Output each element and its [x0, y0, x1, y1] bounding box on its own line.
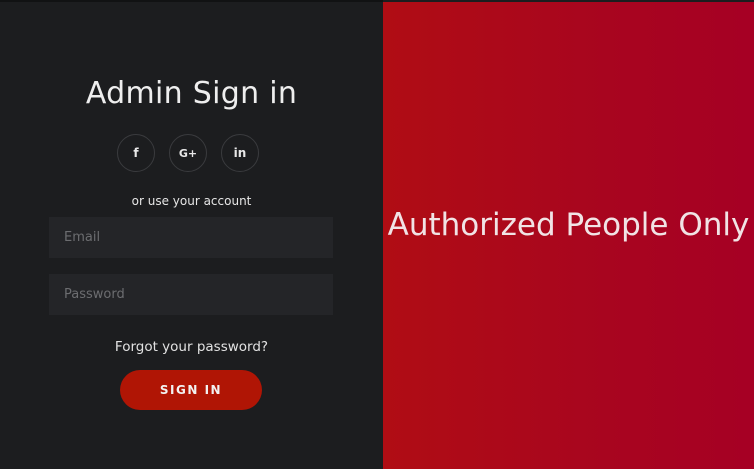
login-page: Admin Sign in f G+ in or use your accoun… — [0, 0, 754, 469]
facebook-button[interactable]: f — [117, 134, 155, 172]
facebook-icon: f — [133, 146, 139, 160]
info-panel: Authorized People Only — [383, 2, 754, 469]
linkedin-button[interactable]: in — [221, 134, 259, 172]
sign-in-panel: Admin Sign in f G+ in or use your accoun… — [0, 0, 383, 469]
page-title: Admin Sign in — [85, 76, 298, 111]
linkedin-icon: in — [233, 146, 247, 160]
authorized-message: Authorized People Only — [387, 207, 750, 243]
social-login-buttons: f G+ in — [117, 134, 259, 172]
forgot-password-link[interactable]: Forgot your password? — [0, 339, 383, 355]
google-plus-icon: G+ — [178, 146, 198, 160]
sign-in-button[interactable]: SIGN IN — [120, 370, 262, 410]
email-field[interactable] — [49, 217, 333, 258]
google-plus-button[interactable]: G+ — [169, 134, 207, 172]
use-account-hint: or use your account — [131, 194, 252, 208]
password-field[interactable] — [49, 274, 333, 315]
